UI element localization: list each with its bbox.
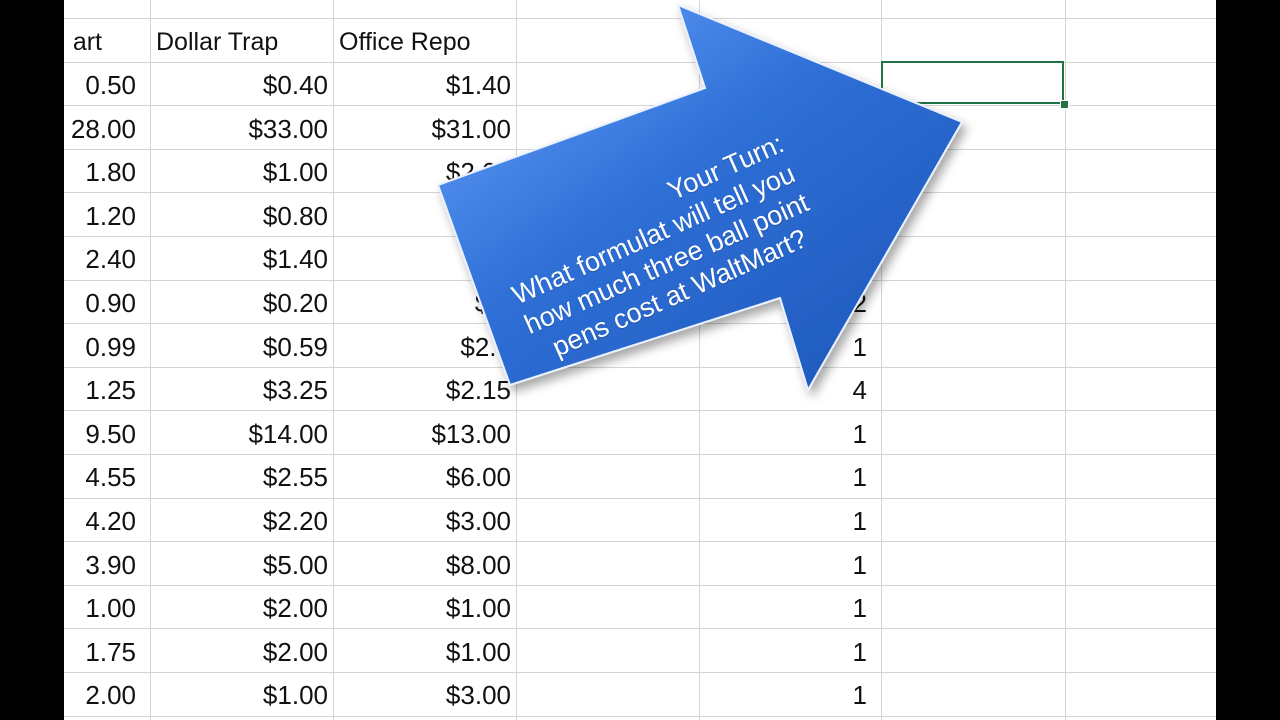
- callout-arrow: [436, 3, 964, 393]
